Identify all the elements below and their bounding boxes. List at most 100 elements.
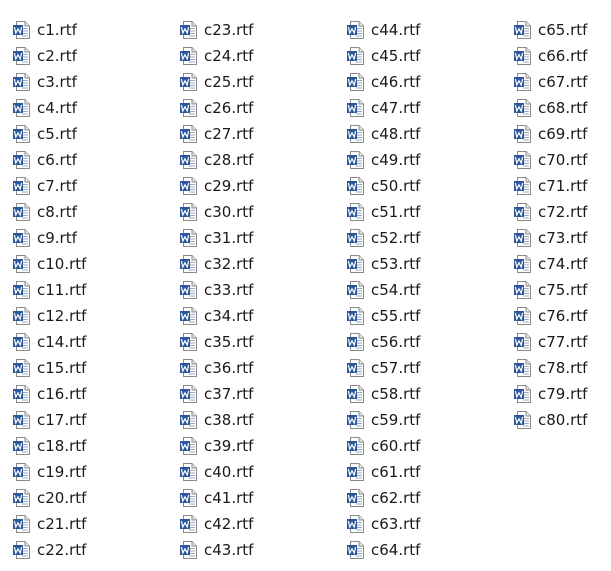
word-document-icon bbox=[346, 384, 366, 404]
file-item[interactable]: c46.rtf bbox=[346, 69, 513, 95]
file-item[interactable]: c60.rtf bbox=[346, 433, 513, 459]
file-item[interactable]: c3.rtf bbox=[12, 69, 179, 95]
file-item[interactable]: c49.rtf bbox=[346, 147, 513, 173]
file-item[interactable]: c6.rtf bbox=[12, 147, 179, 173]
file-item[interactable]: c18.rtf bbox=[12, 433, 179, 459]
file-item[interactable]: c39.rtf bbox=[179, 433, 346, 459]
file-item[interactable]: c54.rtf bbox=[346, 277, 513, 303]
file-name: c22.rtf bbox=[37, 541, 87, 559]
file-item[interactable]: c38.rtf bbox=[179, 407, 346, 433]
file-item[interactable]: c43.rtf bbox=[179, 537, 346, 563]
file-name: c64.rtf bbox=[371, 541, 421, 559]
file-item[interactable]: c69.rtf bbox=[513, 121, 611, 147]
file-item[interactable]: c41.rtf bbox=[179, 485, 346, 511]
file-item[interactable]: c7.rtf bbox=[12, 173, 179, 199]
file-name: c16.rtf bbox=[37, 385, 87, 403]
file-item[interactable]: c80.rtf bbox=[513, 407, 611, 433]
file-item[interactable]: c20.rtf bbox=[12, 485, 179, 511]
file-item[interactable]: c52.rtf bbox=[346, 225, 513, 251]
file-item[interactable]: c1.rtf bbox=[12, 17, 179, 43]
file-item[interactable]: c25.rtf bbox=[179, 69, 346, 95]
file-item[interactable]: c57.rtf bbox=[346, 355, 513, 381]
file-item[interactable]: c23.rtf bbox=[179, 17, 346, 43]
file-item[interactable]: c53.rtf bbox=[346, 251, 513, 277]
file-item[interactable]: c9.rtf bbox=[12, 225, 179, 251]
file-item[interactable]: c67.rtf bbox=[513, 69, 611, 95]
file-item[interactable]: c29.rtf bbox=[179, 173, 346, 199]
file-item[interactable]: c10.rtf bbox=[12, 251, 179, 277]
file-item[interactable]: c11.rtf bbox=[12, 277, 179, 303]
file-item[interactable]: c27.rtf bbox=[179, 121, 346, 147]
file-name: c2.rtf bbox=[37, 47, 77, 65]
file-item[interactable]: c14.rtf bbox=[12, 329, 179, 355]
file-name: c24.rtf bbox=[204, 47, 254, 65]
file-item[interactable]: c64.rtf bbox=[346, 537, 513, 563]
file-item[interactable]: c48.rtf bbox=[346, 121, 513, 147]
word-document-icon bbox=[179, 410, 199, 430]
file-item[interactable]: c21.rtf bbox=[12, 511, 179, 537]
file-item[interactable]: c71.rtf bbox=[513, 173, 611, 199]
file-item[interactable]: c44.rtf bbox=[346, 17, 513, 43]
file-item[interactable]: c2.rtf bbox=[12, 43, 179, 69]
file-item[interactable]: c66.rtf bbox=[513, 43, 611, 69]
file-item[interactable]: c31.rtf bbox=[179, 225, 346, 251]
file-item[interactable]: c5.rtf bbox=[12, 121, 179, 147]
file-item[interactable]: c63.rtf bbox=[346, 511, 513, 537]
file-item[interactable]: c19.rtf bbox=[12, 459, 179, 485]
file-item[interactable]: c78.rtf bbox=[513, 355, 611, 381]
file-item[interactable]: c4.rtf bbox=[12, 95, 179, 121]
file-name: c56.rtf bbox=[371, 333, 421, 351]
word-document-icon bbox=[513, 46, 533, 66]
file-item[interactable]: c77.rtf bbox=[513, 329, 611, 355]
file-name: c27.rtf bbox=[204, 125, 254, 143]
file-item[interactable]: c12.rtf bbox=[12, 303, 179, 329]
file-item[interactable]: c30.rtf bbox=[179, 199, 346, 225]
file-item[interactable]: c75.rtf bbox=[513, 277, 611, 303]
file-item[interactable]: c45.rtf bbox=[346, 43, 513, 69]
word-document-icon bbox=[179, 150, 199, 170]
file-item[interactable]: c56.rtf bbox=[346, 329, 513, 355]
file-item[interactable]: c35.rtf bbox=[179, 329, 346, 355]
file-name: c54.rtf bbox=[371, 281, 421, 299]
file-item[interactable]: c17.rtf bbox=[12, 407, 179, 433]
file-item[interactable]: c34.rtf bbox=[179, 303, 346, 329]
file-name: c36.rtf bbox=[204, 359, 254, 377]
file-item[interactable]: c74.rtf bbox=[513, 251, 611, 277]
file-name: c35.rtf bbox=[204, 333, 254, 351]
file-name: c6.rtf bbox=[37, 151, 77, 169]
file-item[interactable]: c62.rtf bbox=[346, 485, 513, 511]
file-item[interactable]: c33.rtf bbox=[179, 277, 346, 303]
file-item[interactable]: c8.rtf bbox=[12, 199, 179, 225]
file-item[interactable]: c70.rtf bbox=[513, 147, 611, 173]
file-name: c78.rtf bbox=[538, 359, 588, 377]
file-item[interactable]: c15.rtf bbox=[12, 355, 179, 381]
file-item[interactable]: c42.rtf bbox=[179, 511, 346, 537]
file-item[interactable]: c59.rtf bbox=[346, 407, 513, 433]
word-document-icon bbox=[179, 176, 199, 196]
file-item[interactable]: c36.rtf bbox=[179, 355, 346, 381]
file-item[interactable]: c58.rtf bbox=[346, 381, 513, 407]
file-item[interactable]: c72.rtf bbox=[513, 199, 611, 225]
file-item[interactable]: c28.rtf bbox=[179, 147, 346, 173]
word-document-icon bbox=[179, 540, 199, 560]
file-item[interactable]: c22.rtf bbox=[12, 537, 179, 563]
file-name: c59.rtf bbox=[371, 411, 421, 429]
file-item[interactable]: c51.rtf bbox=[346, 199, 513, 225]
file-item[interactable]: c37.rtf bbox=[179, 381, 346, 407]
file-item[interactable]: c47.rtf bbox=[346, 95, 513, 121]
file-item[interactable]: c24.rtf bbox=[179, 43, 346, 69]
file-item[interactable]: c68.rtf bbox=[513, 95, 611, 121]
file-item[interactable]: c65.rtf bbox=[513, 17, 611, 43]
word-document-icon bbox=[346, 332, 366, 352]
file-item[interactable]: c32.rtf bbox=[179, 251, 346, 277]
file-item[interactable]: c55.rtf bbox=[346, 303, 513, 329]
file-item[interactable]: c26.rtf bbox=[179, 95, 346, 121]
file-item[interactable]: c16.rtf bbox=[12, 381, 179, 407]
file-item[interactable]: c73.rtf bbox=[513, 225, 611, 251]
file-item[interactable]: c76.rtf bbox=[513, 303, 611, 329]
file-item[interactable]: c50.rtf bbox=[346, 173, 513, 199]
file-item[interactable]: c61.rtf bbox=[346, 459, 513, 485]
file-name: c68.rtf bbox=[538, 99, 588, 117]
file-item[interactable]: c79.rtf bbox=[513, 381, 611, 407]
file-item[interactable]: c40.rtf bbox=[179, 459, 346, 485]
